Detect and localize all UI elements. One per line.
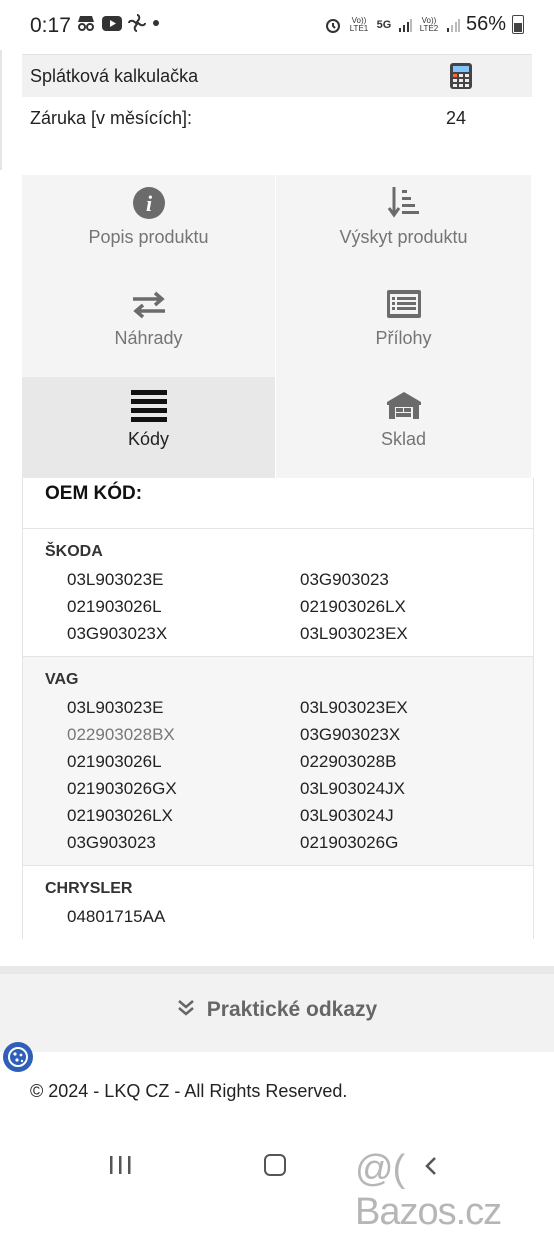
warranty-label: Záruka [v měsících]: [30,108,193,128]
notification-icons [76,14,160,32]
bars-icon [130,390,167,422]
oem-title: OEM KÓD: [23,478,533,529]
tab-replacements[interactable]: Náhrady [22,276,276,377]
tab-product-occurrence[interactable]: Výskyt produktu [276,175,532,276]
battery-icon [512,15,524,34]
swap-arrows-icon [132,291,165,319]
svg-text:i: i [145,191,152,216]
warranty-row: Záruka [v měsících]: 24 [22,97,532,139]
oem-code: 03L903023EX [300,624,408,643]
tab-label: Popis produktu [88,227,209,247]
oem-code: 03L903024JX [300,779,405,798]
status-time: 0:17 [30,14,71,37]
sim1-label: Vo)) LTE1 [349,15,369,33]
signal1-icon [398,18,412,32]
tab-product-description[interactable]: i Popis produktu [22,175,276,276]
tab-label: Sklad [380,429,427,449]
tab-warehouse[interactable]: Sklad [276,377,532,478]
fan-icon [128,14,146,32]
sort-list-icon [387,187,419,218]
oem-code: 021903026G [300,833,399,852]
home-icon[interactable] [264,1154,286,1176]
oem-code: 022903028BX [67,725,175,744]
brand-group-vag: VAG 03L903023E 03L903023EX 022903028BX 0… [23,657,533,866]
battery-percent: 56% [465,13,506,35]
system-nav-bar: @( Bazos.cz [0,1140,554,1233]
tab-label: Náhrady [114,328,183,348]
brand-group-skoda: ŠKODA 03L903023E 03G903023 021903026L 02… [23,529,533,657]
watermark: @( Bazos.cz [355,1148,502,1233]
oem-code: 021903026LX [67,806,173,825]
oem-code: 021903026L [67,597,162,616]
product-tabs: i Popis produktu Výskyt produktu Náhrady… [22,175,532,478]
oem-code: 03G903023 [67,833,156,852]
chevron-double-down-icon [177,1000,194,1016]
warehouse-icon [386,392,421,419]
tab-label: Výskyt produktu [339,227,468,247]
cookie-settings-icon[interactable] [3,1042,33,1072]
installment-calculator-label: Splátková kalkulačka [30,66,199,86]
attachment-list-icon [386,290,421,318]
tab-label: Kódy [127,429,170,449]
page-edge [0,50,2,170]
oem-code: 03L903023E [67,570,164,589]
oem-code: 021903026LX [300,597,406,616]
brand-group-chrysler: CHRYSLER 04801715AA [23,866,533,939]
tab-codes[interactable]: Kódy [22,377,276,478]
network-label: 5G [376,18,392,31]
brand-name: ŠKODA [45,543,103,560]
installment-calculator-row[interactable]: Splátková kalkulačka [22,54,532,98]
oem-code: 021903026GX [67,779,177,798]
info-icon: i [132,187,165,219]
incognito-icon [78,16,94,31]
practical-links-toggle[interactable]: Praktické odkazy [0,966,554,1052]
sim2-label: Vo)) LTE2 [419,15,439,33]
dot-icon [153,20,159,26]
practical-links-label: Praktické odkazy [206,998,378,1021]
youtube-icon [102,15,122,31]
oem-code: 021903026L [67,752,162,771]
alarm-icon [325,18,340,33]
oem-code: 04801715AA [67,907,166,926]
oem-code: 03G903023X [300,725,401,744]
oem-code: 03L903024J [300,806,394,825]
tab-attachments[interactable]: Přílohy [276,276,532,377]
recents-icon[interactable] [108,1154,134,1176]
brand-name: CHRYSLER [45,880,133,897]
oem-code: 03L903023EX [300,698,408,717]
oem-code: 03G903023X [67,624,168,643]
brand-name: VAG [45,671,79,688]
tab-label: Přílohy [375,328,432,348]
oem-code: 022903028B [300,752,397,771]
oem-code: 03L903023E [67,698,164,717]
oem-codes-panel: OEM KÓD: ŠKODA 03L903023E 03G903023 0219… [22,478,534,939]
status-right: Vo)) LTE1 5G Vo)) LTE2 56% [324,13,524,36]
calculator-icon[interactable] [450,63,472,89]
copyright: © 2024 - LKQ CZ - All Rights Reserved. [30,1081,348,1101]
oem-code: 03G903023 [300,570,389,589]
signal2-icon [446,18,460,32]
warranty-value: 24 [446,108,467,128]
status-bar: 0:17 Vo)) LTE1 5G Vo)) LTE2 56% [0,0,554,50]
